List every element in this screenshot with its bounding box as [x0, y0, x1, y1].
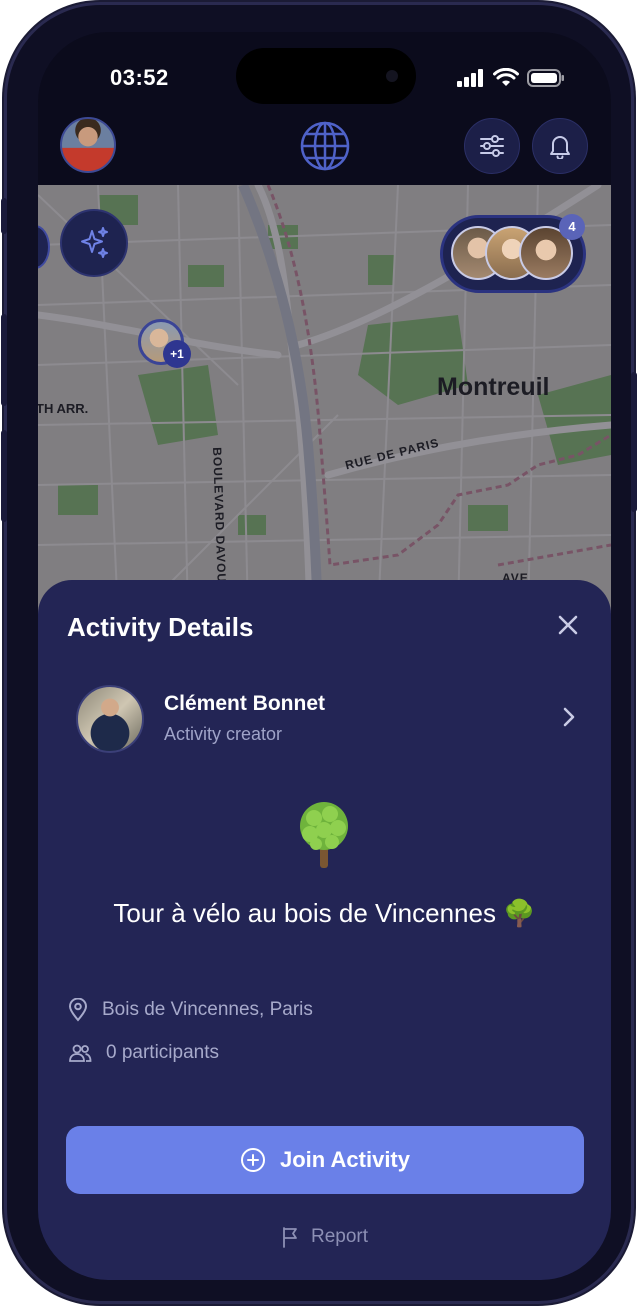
activity-title: Tour à vélo au bois de Vincennes 🌳: [113, 898, 536, 928]
flag-icon: [283, 1227, 297, 1248]
pin-count-badge: +1: [163, 340, 191, 368]
creator-avatar: [76, 685, 144, 753]
join-activity-button[interactable]: Join Activity: [66, 1126, 584, 1194]
top-bar: [38, 112, 611, 186]
signal-icon: [457, 68, 483, 87]
dynamic-island: [236, 48, 416, 104]
user-cluster[interactable]: 4: [440, 214, 586, 293]
status-bar: 03:52: [38, 32, 611, 122]
plus-circle-icon: [241, 1148, 265, 1172]
chevron-right-icon: [563, 707, 575, 727]
side-button-volume-down: [1, 430, 7, 522]
location-text: Bois de Vincennes, Paris: [102, 999, 313, 1020]
side-button-action: [1, 198, 7, 234]
tree-icon: [300, 802, 348, 868]
battery-icon: [527, 68, 564, 87]
close-icon[interactable]: [553, 610, 583, 640]
report-link[interactable]: Report: [38, 1226, 611, 1248]
filter-button[interactable]: [464, 118, 520, 174]
activity-details-sheet: Activity Details Clément Bonnet Activity…: [38, 580, 611, 1280]
cluster-count-badge: 4: [559, 214, 585, 240]
notifications-button[interactable]: [532, 118, 588, 174]
users-icon: [69, 1044, 92, 1062]
phone-frame: 03:52 TH ARR. Montreuil BOULEVARD DAVOUT…: [1, 2, 637, 1304]
profile-avatar[interactable]: [60, 117, 116, 173]
app-screen: 03:52 TH ARR. Montreuil BOULEVARD DAVOUT…: [38, 32, 611, 1280]
map-user-pin[interactable]: +1: [138, 319, 191, 368]
participants-text: 0 participants: [106, 1042, 220, 1063]
location-row: Bois de Vincennes, Paris: [68, 998, 313, 1022]
location-pin-icon: [68, 998, 88, 1022]
sparkles-icon: [81, 227, 108, 258]
report-label: Report: [310, 1226, 369, 1247]
globe-icon[interactable]: [299, 120, 351, 172]
sliders-icon: [480, 135, 504, 157]
side-button-volume-up: [1, 314, 7, 406]
map-label-district: TH ARR.: [38, 401, 89, 416]
side-button-power: [631, 372, 637, 512]
creator-role: Activity creator: [164, 724, 283, 744]
status-time: 03:52: [110, 65, 169, 90]
join-activity-label: Join Activity: [280, 1147, 410, 1172]
ai-suggest-button[interactable]: [60, 209, 128, 277]
bell-icon: [550, 136, 570, 159]
sheet-title: Activity Details: [67, 612, 254, 642]
creator-row[interactable]: Clément Bonnet Activity creator: [76, 682, 576, 754]
map-label-city: Montreuil: [437, 373, 550, 401]
status-icons: [457, 68, 565, 87]
map-view[interactable]: TH ARR. Montreuil BOULEVARD DAVOUT RUE D…: [38, 185, 611, 615]
creator-name: Clément Bonnet: [164, 692, 326, 715]
wifi-icon: [493, 68, 519, 86]
participants-row: 0 participants: [68, 1042, 219, 1064]
